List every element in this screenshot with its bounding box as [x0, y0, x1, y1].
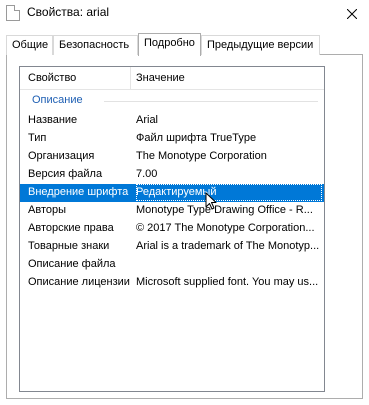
table-row[interactable]: Версия файла 7.00: [20, 166, 324, 184]
property-name: Название: [28, 114, 78, 126]
property-name: Внедрение шрифта: [28, 186, 129, 198]
group-header: Описание: [32, 94, 83, 106]
table-row[interactable]: Организация The Monotype Corporation: [20, 148, 324, 166]
property-name: Тип: [28, 132, 47, 144]
mouse-pointer-icon: [205, 192, 217, 210]
property-value: Arial is a trademark of The Monotyp...: [136, 240, 320, 252]
table-row[interactable]: Авторы Monotype Type Drawing Office - R.…: [20, 202, 324, 220]
property-value: 7.00: [136, 168, 158, 180]
table-row[interactable]: Авторские права © 2017 The Monotype Corp…: [20, 220, 324, 238]
table-row[interactable]: Описание лицензии Microsoft supplied fon…: [20, 274, 324, 292]
column-header-property[interactable]: Свойство: [28, 72, 76, 84]
property-value: Monotype Type Drawing Office - R...: [136, 204, 313, 216]
table-row[interactable]: Название Arial: [20, 112, 324, 130]
table-row-selected[interactable]: Внедрение шрифта Редактируемый: [20, 184, 324, 202]
properties-list: Свойство Значение Описание Название Aria…: [19, 66, 325, 392]
tab-general[interactable]: Общие: [6, 35, 53, 55]
window-title: Свойства: arial: [27, 5, 110, 19]
property-value: Arial: [136, 114, 159, 126]
property-name: Описание лицензии: [28, 276, 130, 288]
property-value: Microsoft supplied font. You may us...: [136, 276, 319, 288]
property-value: Файл шрифта TrueType: [136, 132, 257, 144]
property-name: Авторы: [28, 204, 66, 216]
document-icon: [6, 5, 20, 21]
property-value: © 2017 The Monotype Corporation...: [136, 222, 315, 234]
tab-previous-versions[interactable]: Предыдущие версии: [201, 35, 320, 55]
property-name: Авторские права: [28, 222, 114, 234]
property-value: The Monotype Corporation: [136, 150, 267, 162]
title-bar: Свойства: arial: [0, 0, 369, 28]
property-name: Описание файла: [28, 258, 116, 270]
table-row[interactable]: Описание файла: [20, 256, 324, 274]
tab-details[interactable]: Подробно: [138, 33, 201, 56]
property-name: Товарные знаки: [28, 240, 110, 252]
column-header-value[interactable]: Значение: [136, 72, 185, 84]
group-divider: [104, 101, 318, 102]
property-name: Организация: [28, 150, 95, 162]
table-row[interactable]: Товарные знаки Arial is a trademark of T…: [20, 238, 324, 256]
list-header: Свойство Значение: [20, 67, 324, 90]
tab-security[interactable]: Безопасность: [53, 35, 138, 55]
column-divider[interactable]: [130, 67, 131, 89]
close-button[interactable]: [335, 0, 369, 28]
property-name: Версия файла: [28, 168, 103, 180]
close-icon: [347, 9, 357, 19]
table-row[interactable]: Тип Файл шрифта TrueType: [20, 130, 324, 148]
